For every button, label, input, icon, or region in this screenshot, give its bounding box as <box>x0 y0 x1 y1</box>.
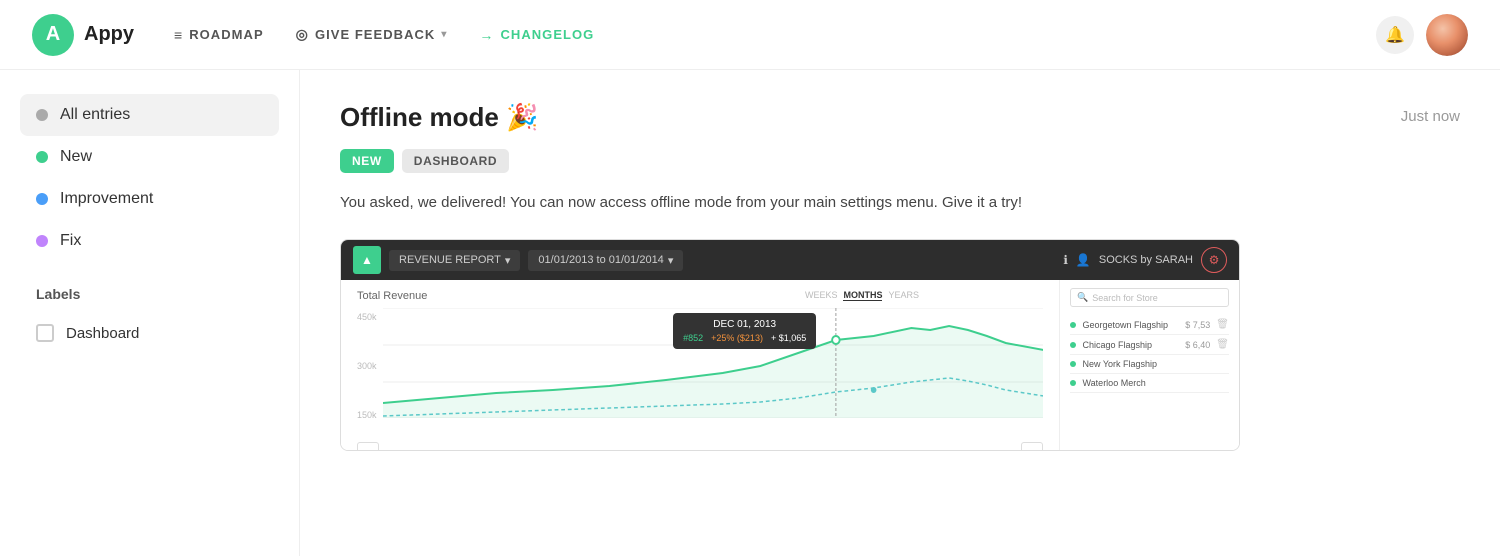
feedback-icon: ◎ <box>296 26 309 43</box>
date-range-dropdown[interactable]: 01/01/2013 to 01/01/2014 ▾ <box>528 250 683 271</box>
app-logo-btn: ▲ <box>353 246 381 274</box>
header-right: 🔔 <box>1376 14 1468 56</box>
all-entries-dot <box>36 109 48 121</box>
chart-tabs: WEEKS MONTHS YEARS <box>805 290 919 301</box>
sidebar-item-improvement[interactable]: Improvement <box>20 178 279 220</box>
chevron-icon: ▾ <box>505 254 511 267</box>
tag-new: NEW <box>340 149 394 173</box>
search-icon: 🔍 <box>1077 292 1088 303</box>
chevron-icon: ▾ <box>668 254 674 267</box>
new-dot <box>36 151 48 163</box>
notification-button[interactable]: 🔔 <box>1376 16 1414 54</box>
store-search[interactable]: 🔍 Search for Store <box>1070 288 1229 307</box>
logo-icon: A <box>32 14 74 56</box>
chart-next-button[interactable]: › <box>1021 442 1043 451</box>
entry-header: Offline mode 🎉 Just now <box>340 102 1460 133</box>
screenshot-preview: ▲ REVENUE REPORT ▾ 01/01/2013 to 01/01/2… <box>340 239 1240 451</box>
entry-timestamp: Just now <box>1401 108 1460 125</box>
chart-title: Total Revenue <box>357 290 1043 302</box>
chevron-down-icon: ▾ <box>441 29 447 40</box>
chart-prev-button[interactable]: ‹ <box>357 442 379 451</box>
tag-dashboard: DASHBOARD <box>402 149 509 173</box>
sidebar-item-new[interactable]: New <box>20 136 279 178</box>
header: A Appy ≡ ROADMAP ◎ GIVE FEEDBACK ▾ → CHA… <box>0 0 1500 70</box>
entry-title: Offline mode 🎉 <box>340 102 539 133</box>
chart-tooltip: DEC 01, 2013 #852 +25% ($213) + $1,065 <box>673 313 816 349</box>
logo-name: Appy <box>84 23 134 46</box>
user-avatar-image <box>1426 14 1468 56</box>
app-toolbar: ▲ REVENUE REPORT ▾ 01/01/2013 to 01/01/2… <box>341 240 1239 280</box>
chart-container: 450k 300k 150k <box>357 308 1043 438</box>
nav-give-feedback[interactable]: ◎ GIVE FEEDBACK ▾ <box>296 26 448 43</box>
fix-dot <box>36 235 48 247</box>
improvement-dot <box>36 193 48 205</box>
store-dot-1 <box>1070 322 1076 328</box>
chart-nav: ‹ › <box>357 442 1043 451</box>
y-axis: 450k 300k 150k <box>357 308 383 438</box>
entry-tags: NEW DASHBOARD <box>340 149 1460 173</box>
sidebar-label-dashboard[interactable]: Dashboard <box>36 314 263 352</box>
sidebar: All entries New Improvement Fix Labels D… <box>0 70 300 556</box>
app-content: Total Revenue WEEKS MONTHS YEARS 450k 30… <box>341 280 1239 450</box>
entry-description: You asked, we delivered! You can now acc… <box>340 191 1460 215</box>
info-icon: ℹ <box>1063 253 1068 267</box>
store-dot-4 <box>1070 380 1076 386</box>
settings-button[interactable]: ⚙ <box>1201 247 1227 273</box>
roadmap-icon: ≡ <box>174 27 183 43</box>
tooltip-values: #852 +25% ($213) + $1,065 <box>683 333 806 343</box>
filter-section: All entries New Improvement Fix <box>20 94 279 262</box>
store-delete-1[interactable]: 🗑 <box>1216 319 1229 330</box>
report-dropdown[interactable]: REVENUE REPORT ▾ <box>389 250 520 271</box>
chart-area: Total Revenue WEEKS MONTHS YEARS 450k 30… <box>341 280 1059 450</box>
store-item-3: New York Flagship <box>1070 355 1229 374</box>
logo-area: A Appy <box>32 14 134 56</box>
chart-tab-years[interactable]: YEARS <box>888 290 919 301</box>
nav-roadmap[interactable]: ≡ ROADMAP <box>174 27 264 43</box>
user-icon: 👤 <box>1076 253 1091 267</box>
arrow-right-icon: → <box>479 27 494 43</box>
store-item-1: Georgetown Flagship $ 7,53 🗑 <box>1070 315 1229 335</box>
store-dot-3 <box>1070 361 1076 367</box>
sidebar-item-all-entries[interactable]: All entries <box>20 94 279 136</box>
main-content: Offline mode 🎉 Just now NEW DASHBOARD Yo… <box>300 70 1500 556</box>
chart-tab-weeks[interactable]: WEEKS <box>805 290 838 301</box>
sidebar-item-fix[interactable]: Fix <box>20 220 279 262</box>
store-delete-2[interactable]: 🗑 <box>1216 339 1229 350</box>
labels-title: Labels <box>36 286 263 302</box>
store-dot-2 <box>1070 342 1076 348</box>
chart-tab-months[interactable]: MONTHS <box>843 290 882 301</box>
store-item-2: Chicago Flagship $ 6,40 🗑 <box>1070 335 1229 355</box>
toolbar-right: ℹ 👤 SOCKS by SARAH ⚙ <box>1063 247 1227 273</box>
store-item-4: Waterloo Merch <box>1070 374 1229 393</box>
app-sidebar-right: 🔍 Search for Store Georgetown Flagship $… <box>1059 280 1239 450</box>
main-layout: All entries New Improvement Fix Labels D… <box>0 70 1500 556</box>
dashboard-checkbox[interactable] <box>36 324 54 342</box>
bell-icon: 🔔 <box>1385 25 1405 45</box>
nav-changelog[interactable]: → CHANGELOG <box>479 27 594 43</box>
labels-section: Labels Dashboard <box>20 286 279 352</box>
main-nav: ≡ ROADMAP ◎ GIVE FEEDBACK ▾ → CHANGELOG <box>174 26 1376 43</box>
chart-svg-wrapper: DEC 01, 2013 #852 +25% ($213) + $1,065 <box>383 308 1043 438</box>
avatar[interactable] <box>1426 14 1468 56</box>
